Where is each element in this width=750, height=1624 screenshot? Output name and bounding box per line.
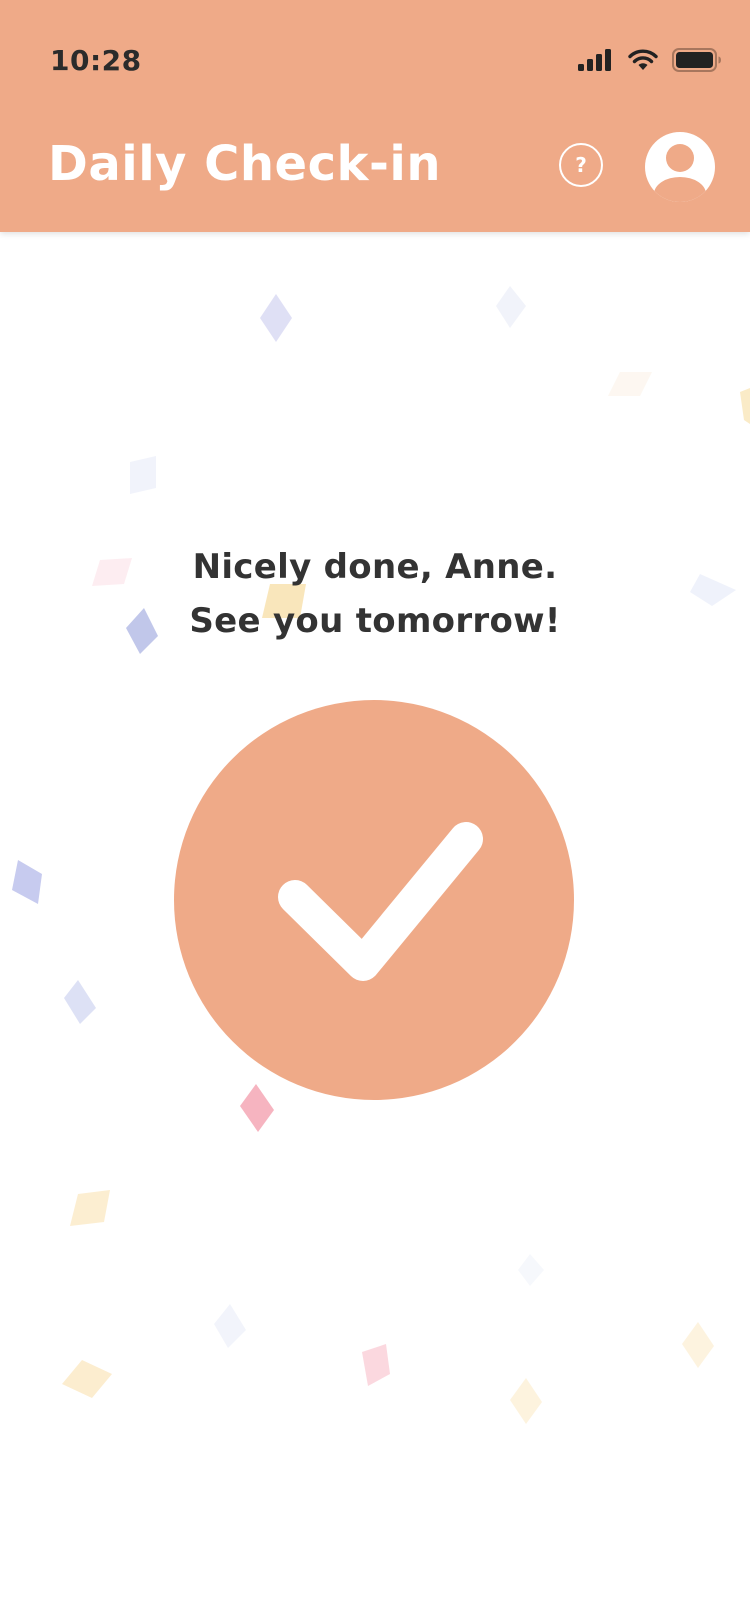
cellular-signal-icon	[578, 49, 611, 71]
question-circle-icon: ?	[575, 153, 587, 177]
status-icons	[578, 44, 722, 76]
check-in-complete-screen: 10:28 Daily Check-in ? Nicely done, Anne…	[0, 0, 750, 1624]
success-badge	[174, 700, 574, 1100]
app-header: 10:28 Daily Check-in ?	[0, 0, 750, 232]
confetti-piece	[510, 1378, 542, 1424]
profile-button[interactable]	[645, 132, 715, 202]
confetti-piece	[682, 1322, 714, 1368]
confetti-piece	[64, 980, 96, 1024]
wifi-icon	[628, 49, 658, 70]
confetti-piece	[70, 1190, 110, 1226]
message-line-farewell: See you tomorrow!	[189, 601, 561, 641]
message-line-greeting: Nicely done, Anne.	[192, 547, 558, 587]
confetti-piece	[740, 388, 750, 424]
confetti-piece	[130, 456, 156, 494]
confetti-piece	[62, 1360, 112, 1398]
confetti-piece	[362, 1344, 390, 1386]
status-time: 10:28	[50, 44, 142, 77]
confetti-piece	[214, 1304, 246, 1348]
confetti-piece	[608, 372, 652, 396]
completion-message: Nicely done, Anne. See you tomorrow!	[0, 540, 750, 648]
confetti-piece	[518, 1254, 544, 1286]
page-title: Daily Check-in	[48, 136, 442, 192]
confetti-piece	[260, 294, 292, 342]
user-avatar-icon	[654, 144, 706, 202]
confetti-piece	[12, 860, 42, 904]
help-button[interactable]: ?	[559, 143, 603, 187]
confetti-piece	[496, 286, 526, 328]
checkmark-icon	[278, 822, 483, 981]
battery-icon	[672, 48, 721, 72]
